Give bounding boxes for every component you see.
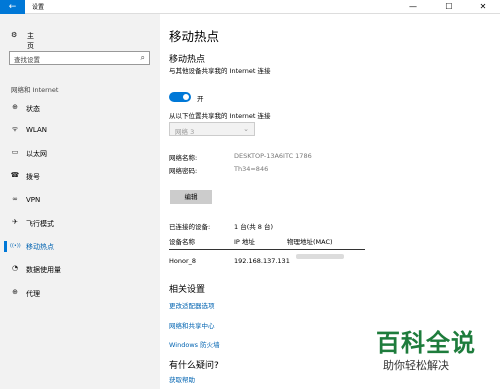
sidebar-item-data-usage[interactable]: ◔ 数据使用量 <box>0 261 160 279</box>
section-label: 网络和 Internet <box>11 86 59 94</box>
hotspot-icon: ((•)) <box>10 243 21 249</box>
link-adapter-options[interactable]: 更改适配器选项 <box>169 300 215 310</box>
sidebar-item-label: WLAN <box>26 126 48 134</box>
chevron-down-icon: ⌄ <box>243 125 249 133</box>
sidebar-item-mobile-hotspot[interactable]: ((•)) 移动热点 <box>0 238 160 256</box>
wifi-icon: ᯤ <box>11 125 19 133</box>
toggle-state-label: 开 <box>197 95 204 103</box>
back-arrow-icon[interactable]: ← <box>0 0 25 14</box>
close-icon[interactable]: ✕ <box>470 0 496 14</box>
sidebar-item-label: 以太网 <box>26 150 47 158</box>
search-placeholder: 查找设置 <box>14 56 40 64</box>
title-bar: ← 设置 — ☐ ✕ <box>0 0 500 14</box>
sidebar-item-label: 代理 <box>26 290 40 298</box>
airplane-icon: ✈ <box>12 218 18 226</box>
sidebar-item-label: 拨号 <box>26 173 40 181</box>
sidebar-item-label: 飞行模式 <box>26 220 54 228</box>
vpn-icon: ∞ <box>12 195 18 203</box>
link-get-help[interactable]: 获取帮助 <box>169 374 195 384</box>
watermark-logo-text: 百科全说 <box>376 329 476 357</box>
gear-icon: ⚙ <box>11 31 18 39</box>
watermark-slogan: 助你轻松解决 <box>383 359 449 372</box>
maximize-icon[interactable]: ☐ <box>436 0 462 14</box>
hotspot-toggle[interactable] <box>169 92 191 102</box>
page-title: 移动热点 <box>169 29 220 44</box>
network-password-label: 网络密码: <box>169 167 198 175</box>
network-name-label: 网络名称: <box>169 154 198 162</box>
dropdown-value: 网络 3 <box>175 128 195 136</box>
table-cell-ip: 192.168.137.131 <box>234 257 290 265</box>
sidebar-item-dialup[interactable]: ☎ 拨号 <box>0 168 160 186</box>
data-usage-icon: ◔ <box>11 264 19 272</box>
connected-devices-count: 1 台(共 8 台) <box>234 223 274 231</box>
sidebar-item-airplane-mode[interactable]: ✈ 飞行模式 <box>0 215 160 233</box>
table-header-device: 设备名称 <box>169 238 195 246</box>
connected-devices-label: 已连接的设备: <box>169 223 211 231</box>
link-windows-firewall[interactable]: Windows 防火墙 <box>169 339 220 349</box>
window-title: 设置 <box>32 4 45 11</box>
search-icon[interactable]: ⌕ <box>141 53 145 63</box>
share-from-label: 从以下位置共享我的 Internet 连接 <box>169 112 271 120</box>
globe-icon: ⊕ <box>12 103 18 111</box>
mac-address-redacted <box>296 254 344 259</box>
ethernet-icon: ▭ <box>11 148 19 156</box>
sidebar-item-label: 移动热点 <box>26 243 54 251</box>
share-from-dropdown[interactable]: 网络 3 ⌄ <box>169 122 255 136</box>
related-settings-heading: 相关设置 <box>169 285 206 295</box>
sidebar-item-ethernet[interactable]: ▭ 以太网 <box>0 145 160 163</box>
sidebar: ⚙ 主页 查找设置 ⌕ 网络和 Internet ⊕ 状态 ᯤ WLAN ▭ 以… <box>0 14 160 389</box>
link-network-sharing-center[interactable]: 网络和共享中心 <box>169 320 215 330</box>
toggle-knob <box>183 94 189 100</box>
phone-icon: ☎ <box>10 171 20 179</box>
sidebar-item-label: VPN <box>26 196 41 204</box>
edit-button[interactable]: 编辑 <box>170 190 212 204</box>
sidebar-item-label: 状态 <box>26 105 40 113</box>
network-password-value: Th34=846 <box>234 165 269 173</box>
network-name-value: DESKTOP-13A6ITC 1786 <box>234 152 312 160</box>
table-header-mac: 物理地址(MAC) <box>287 238 333 246</box>
sidebar-item-proxy[interactable]: ⊕ 代理 <box>0 285 160 303</box>
minimize-icon[interactable]: — <box>400 0 426 14</box>
sidebar-item-vpn[interactable]: ∞ VPN <box>0 192 160 210</box>
hotspot-description: 与其他设备共享我的 Internet 连接 <box>169 67 271 75</box>
table-divider <box>169 249 365 250</box>
hotspot-heading: 移动热点 <box>169 55 206 65</box>
sidebar-item-wlan[interactable]: ᯤ WLAN <box>0 122 160 140</box>
search-input[interactable]: 查找设置 ⌕ <box>9 51 150 65</box>
questions-heading: 有什么疑问? <box>169 361 219 371</box>
table-header-ip: IP 地址 <box>234 238 255 246</box>
sidebar-item-status[interactable]: ⊕ 状态 <box>0 100 160 118</box>
active-indicator <box>4 241 7 252</box>
globe-icon: ⊕ <box>12 288 18 296</box>
table-cell-device: Honor_8 <box>169 257 197 265</box>
sidebar-item-label: 数据使用量 <box>26 266 61 274</box>
home-label: 主页 <box>27 32 34 50</box>
